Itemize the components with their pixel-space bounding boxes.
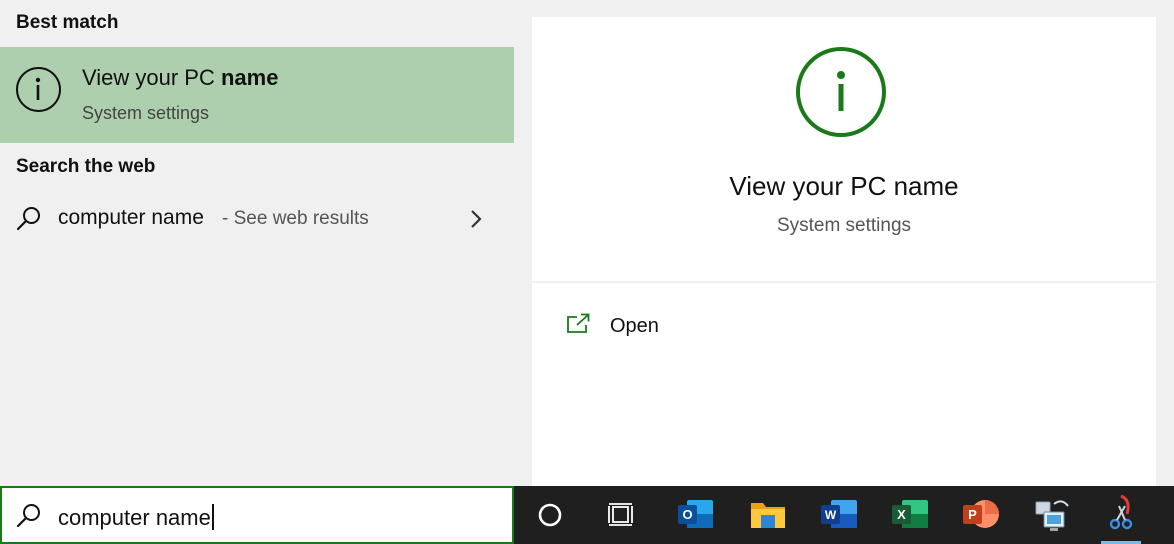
file-explorer-icon[interactable] (741, 490, 795, 540)
best-match-heading: Best match (16, 12, 119, 33)
snipping-tool-icon[interactable] (1094, 490, 1148, 544)
web-result-suffix: - See web results (222, 208, 369, 229)
network-computer-icon[interactable] (1024, 490, 1078, 540)
chevron-right-icon[interactable] (467, 208, 485, 235)
search-input[interactable]: computer name (0, 486, 514, 544)
search-icon (16, 502, 42, 533)
best-match-result[interactable]: View your PC name System settings (0, 47, 514, 143)
best-match-subtitle: System settings (82, 103, 210, 123)
preview-divider (532, 281, 1156, 283)
cortana-icon[interactable] (524, 490, 578, 540)
open-button[interactable]: Open (556, 307, 756, 347)
svg-text:O: O (682, 507, 692, 522)
best-match-title: View your PC name (82, 65, 279, 90)
powerpoint-icon[interactable]: P (954, 490, 1008, 540)
search-results-panel: Best match View your PC name System sett… (0, 0, 514, 486)
search-web-heading: Search the web (16, 156, 156, 177)
taskbar: O W X P (514, 486, 1174, 544)
preview-title: View your PC name (729, 171, 959, 201)
web-result-query: computer name (58, 206, 204, 229)
info-icon (16, 67, 61, 112)
web-result-item[interactable]: computer name - See web results (0, 196, 514, 242)
search-icon (16, 205, 42, 236)
word-icon[interactable]: W (813, 490, 867, 540)
windows-search-window: Best match View your PC name System sett… (0, 0, 1174, 544)
preview-subtitle: System settings (776, 215, 912, 236)
open-icon (566, 313, 592, 340)
svg-text:W: W (825, 508, 837, 522)
task-view-icon[interactable] (595, 490, 649, 540)
outlook-icon[interactable]: O (669, 490, 723, 540)
preview-panel: View your PC name System settings Open (532, 17, 1156, 486)
open-label: Open (610, 315, 659, 337)
svg-text:X: X (897, 507, 906, 522)
search-input-text: computer name (58, 504, 214, 531)
text-cursor (211, 504, 214, 530)
excel-icon[interactable]: X (884, 490, 938, 540)
svg-text:P: P (968, 507, 977, 522)
large-info-icon (796, 47, 886, 137)
